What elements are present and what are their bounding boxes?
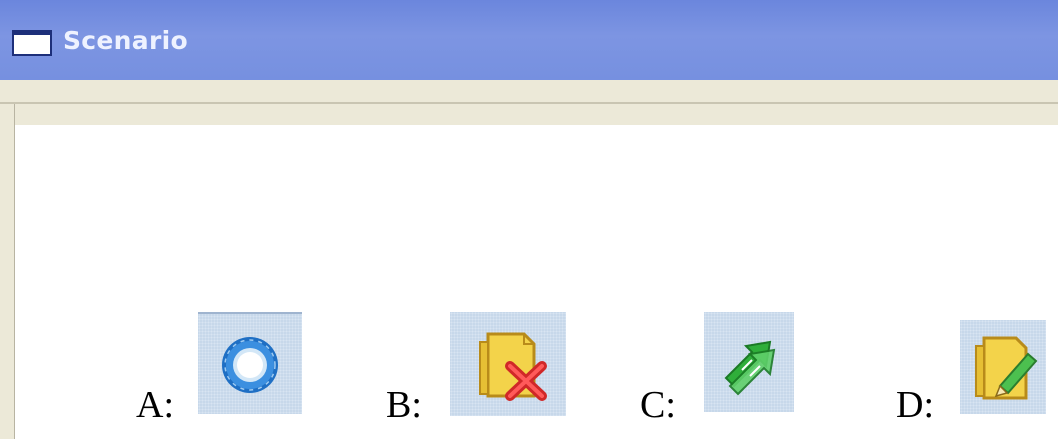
option-a-button[interactable] <box>198 312 302 414</box>
option-b-label: B: <box>386 384 422 426</box>
option-d-button[interactable] <box>960 320 1046 414</box>
scenario-window: Scenario A: B: C: D: <box>0 0 1058 439</box>
option-b-button[interactable] <box>450 312 566 416</box>
document-delete-icon <box>479 332 547 401</box>
window-icon <box>12 30 52 56</box>
option-d-label: D: <box>896 384 934 426</box>
option-c-label: C: <box>640 384 676 426</box>
left-border <box>8 104 15 439</box>
title-bar[interactable]: Scenario <box>0 0 1058 80</box>
window-title: Scenario <box>63 26 188 55</box>
green-swap-arrows-icon <box>724 340 776 396</box>
option-c-button[interactable] <box>704 312 794 412</box>
document-edit-icon <box>975 336 1038 400</box>
frame-divider <box>0 102 1058 104</box>
option-a-label: A: <box>136 384 174 426</box>
blue-ring-icon <box>198 312 302 393</box>
